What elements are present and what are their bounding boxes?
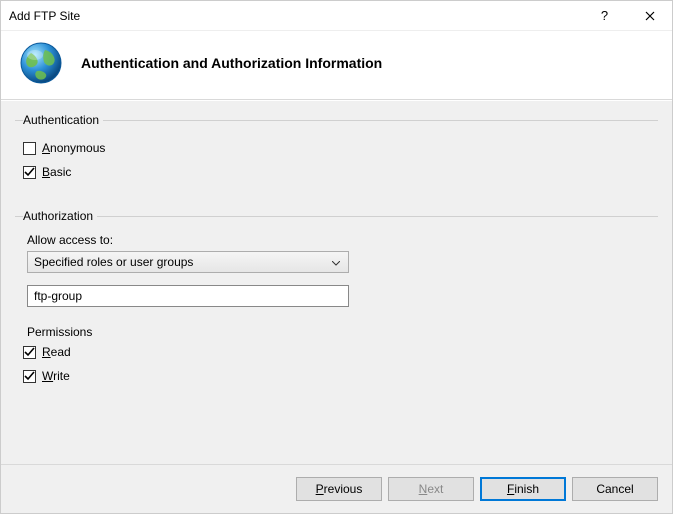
read-label: Read — [42, 345, 71, 359]
anonymous-row[interactable]: Anonymous — [23, 139, 650, 157]
roles-input-value: ftp-group — [34, 289, 82, 303]
checkmark-icon — [24, 167, 35, 178]
authorization-legend: Authorization — [23, 209, 97, 223]
allow-access-label: Allow access to: — [27, 233, 650, 247]
anonymous-label: Anonymous — [42, 141, 105, 155]
close-button[interactable] — [627, 1, 672, 31]
allow-access-value: Specified roles or user groups — [34, 255, 193, 269]
checkmark-icon — [24, 347, 35, 358]
basic-row[interactable]: Basic — [23, 163, 650, 181]
chevron-down-icon — [328, 255, 344, 269]
allow-access-select[interactable]: Specified roles or user groups — [27, 251, 349, 273]
wizard-footer: Previous Next Finish Cancel — [1, 464, 672, 513]
finish-button[interactable]: Finish — [480, 477, 566, 501]
read-row[interactable]: Read — [23, 343, 650, 361]
write-label: Write — [42, 369, 70, 383]
globe-icon — [19, 41, 63, 85]
read-checkbox[interactable] — [23, 346, 36, 359]
write-checkbox[interactable] — [23, 370, 36, 383]
content-area: Authentication Anonymous Basic Authoriza… — [1, 100, 672, 464]
help-button[interactable]: ? — [582, 1, 627, 31]
authorization-group: Authorization Allow access to: Specified… — [15, 209, 658, 391]
permissions-label: Permissions — [27, 325, 650, 339]
anonymous-checkbox[interactable] — [23, 142, 36, 155]
basic-checkbox[interactable] — [23, 166, 36, 179]
close-icon — [645, 11, 655, 21]
page-title: Authentication and Authorization Informa… — [81, 55, 382, 71]
checkmark-icon — [24, 371, 35, 382]
window-title: Add FTP Site — [9, 9, 582, 23]
roles-input[interactable]: ftp-group — [27, 285, 349, 307]
titlebar: Add FTP Site ? — [1, 1, 672, 31]
authentication-group: Authentication Anonymous Basic — [15, 113, 658, 187]
wizard-header: Authentication and Authorization Informa… — [1, 31, 672, 100]
cancel-button[interactable]: Cancel — [572, 477, 658, 501]
authentication-legend: Authentication — [23, 113, 103, 127]
previous-button[interactable]: Previous — [296, 477, 382, 501]
next-button: Next — [388, 477, 474, 501]
basic-label: Basic — [42, 165, 71, 179]
write-row[interactable]: Write — [23, 367, 650, 385]
